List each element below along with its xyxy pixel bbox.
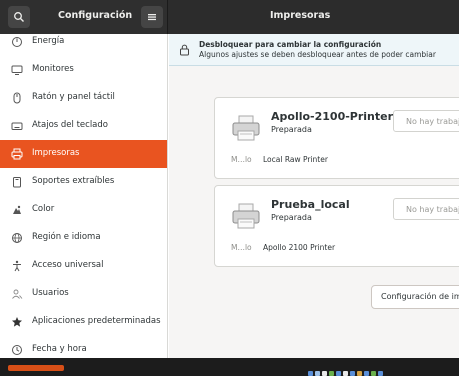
sidebar-item-label: Región e idioma bbox=[32, 232, 101, 242]
sidebar-header: Configuración bbox=[0, 0, 168, 34]
star-icon bbox=[12, 317, 22, 327]
unlock-title: Desbloquear para cambiar la configuració… bbox=[199, 40, 382, 49]
unlock-subtitle: Algunos ajustes se deben desbloquear ant… bbox=[199, 50, 436, 59]
printer-device-icon bbox=[232, 115, 260, 141]
printer-name: Apollo-2100-Printer bbox=[271, 110, 394, 123]
color-icon bbox=[13, 205, 21, 214]
sidebar-item-label: Usuarios bbox=[32, 288, 69, 298]
menu-button[interactable] bbox=[141, 6, 163, 28]
jobs-button[interactable]: No hay trabajos bbox=[393, 198, 459, 220]
sidebar-item-aplicaciones[interactable]: Aplicaciones predeterminadas bbox=[0, 308, 167, 336]
hamburger-icon bbox=[148, 14, 156, 21]
system-tray[interactable] bbox=[308, 361, 458, 376]
sidebar-item-raton[interactable]: Ratón y panel táctil bbox=[0, 84, 167, 112]
search-icon bbox=[14, 12, 24, 22]
model-value[interactable]: Local Raw Printer bbox=[263, 155, 328, 164]
printer-device-icon bbox=[232, 203, 260, 229]
sidebar-item-acceso[interactable]: Acceso universal bbox=[0, 252, 167, 280]
printer-icon bbox=[11, 148, 23, 160]
sidebar-item-label: Energía bbox=[32, 36, 65, 46]
printers-panel: Desbloquear para cambiar la configuració… bbox=[169, 34, 459, 358]
clock-icon bbox=[12, 345, 22, 355]
sidebar-item-impresoras[interactable]: Impresoras bbox=[0, 140, 167, 168]
model-value[interactable]: Apollo 2100 Printer bbox=[263, 243, 335, 252]
users-icon bbox=[12, 289, 23, 299]
settings-title: Configuración bbox=[58, 10, 133, 21]
printer-status: Preparada bbox=[271, 125, 312, 134]
accessibility-icon bbox=[13, 260, 21, 272]
sidebar-item-label: Impresoras bbox=[32, 148, 80, 158]
power-icon bbox=[12, 37, 22, 47]
sidebar-item-label: Monitores bbox=[32, 64, 74, 74]
search-button[interactable] bbox=[8, 6, 30, 28]
sidebar: Energía Monitores Ratón y panel táctil A… bbox=[0, 34, 168, 358]
sidebar-item-color[interactable]: Color bbox=[0, 196, 167, 224]
sidebar-item-usuarios[interactable]: Usuarios bbox=[0, 280, 167, 308]
sidebar-item-label: Ratón y panel táctil bbox=[32, 92, 115, 102]
print-settings-button[interactable]: Configuración de impresión bbox=[371, 285, 459, 309]
sidebar-item-label: Atajos del teclado bbox=[32, 120, 108, 130]
sidebar-item-monitores[interactable]: Monitores bbox=[0, 56, 167, 84]
model-label: M…lo bbox=[231, 243, 252, 252]
globe-icon bbox=[12, 233, 22, 243]
model-label: M…lo bbox=[231, 155, 252, 164]
sidebar-item-label: Fecha y hora bbox=[32, 344, 87, 354]
unlock-infobar: Desbloquear para cambiar la configuració… bbox=[169, 34, 459, 66]
jobs-button[interactable]: No hay trabajos bbox=[393, 110, 459, 132]
taskbar-indicator bbox=[8, 365, 64, 371]
monitor-icon bbox=[11, 65, 23, 75]
sidebar-item-label: Acceso universal bbox=[32, 260, 104, 270]
taskbar bbox=[0, 358, 459, 376]
sidebar-item-atajos[interactable]: Atajos del teclado bbox=[0, 112, 167, 140]
printer-card[interactable]: Apollo-2100-Printer Preparada No hay tra… bbox=[214, 97, 459, 179]
panel-title: Impresoras bbox=[270, 10, 331, 21]
header-bar: Configuración Impresoras bbox=[0, 0, 459, 34]
sidebar-item-energia[interactable]: Energía bbox=[0, 34, 167, 56]
sidebar-item-label: Aplicaciones predeterminadas bbox=[32, 316, 161, 326]
printer-name: Prueba_local bbox=[271, 198, 350, 211]
sidebar-item-region[interactable]: Región e idioma bbox=[0, 224, 167, 252]
keyboard-icon bbox=[11, 122, 23, 130]
removable-media-icon bbox=[13, 177, 21, 188]
sidebar-item-soportes[interactable]: Soportes extraíbles bbox=[0, 168, 167, 196]
printer-status: Preparada bbox=[271, 213, 312, 222]
lock-icon[interactable] bbox=[179, 44, 190, 56]
sidebar-item-label: Color bbox=[32, 204, 55, 214]
sidebar-item-label: Soportes extraíbles bbox=[32, 176, 115, 186]
mouse-icon bbox=[13, 92, 21, 104]
printer-card[interactable]: Prueba_local Preparada No hay trabajos M… bbox=[214, 185, 459, 267]
sidebar-item-fecha[interactable]: Fecha y hora bbox=[0, 336, 167, 358]
